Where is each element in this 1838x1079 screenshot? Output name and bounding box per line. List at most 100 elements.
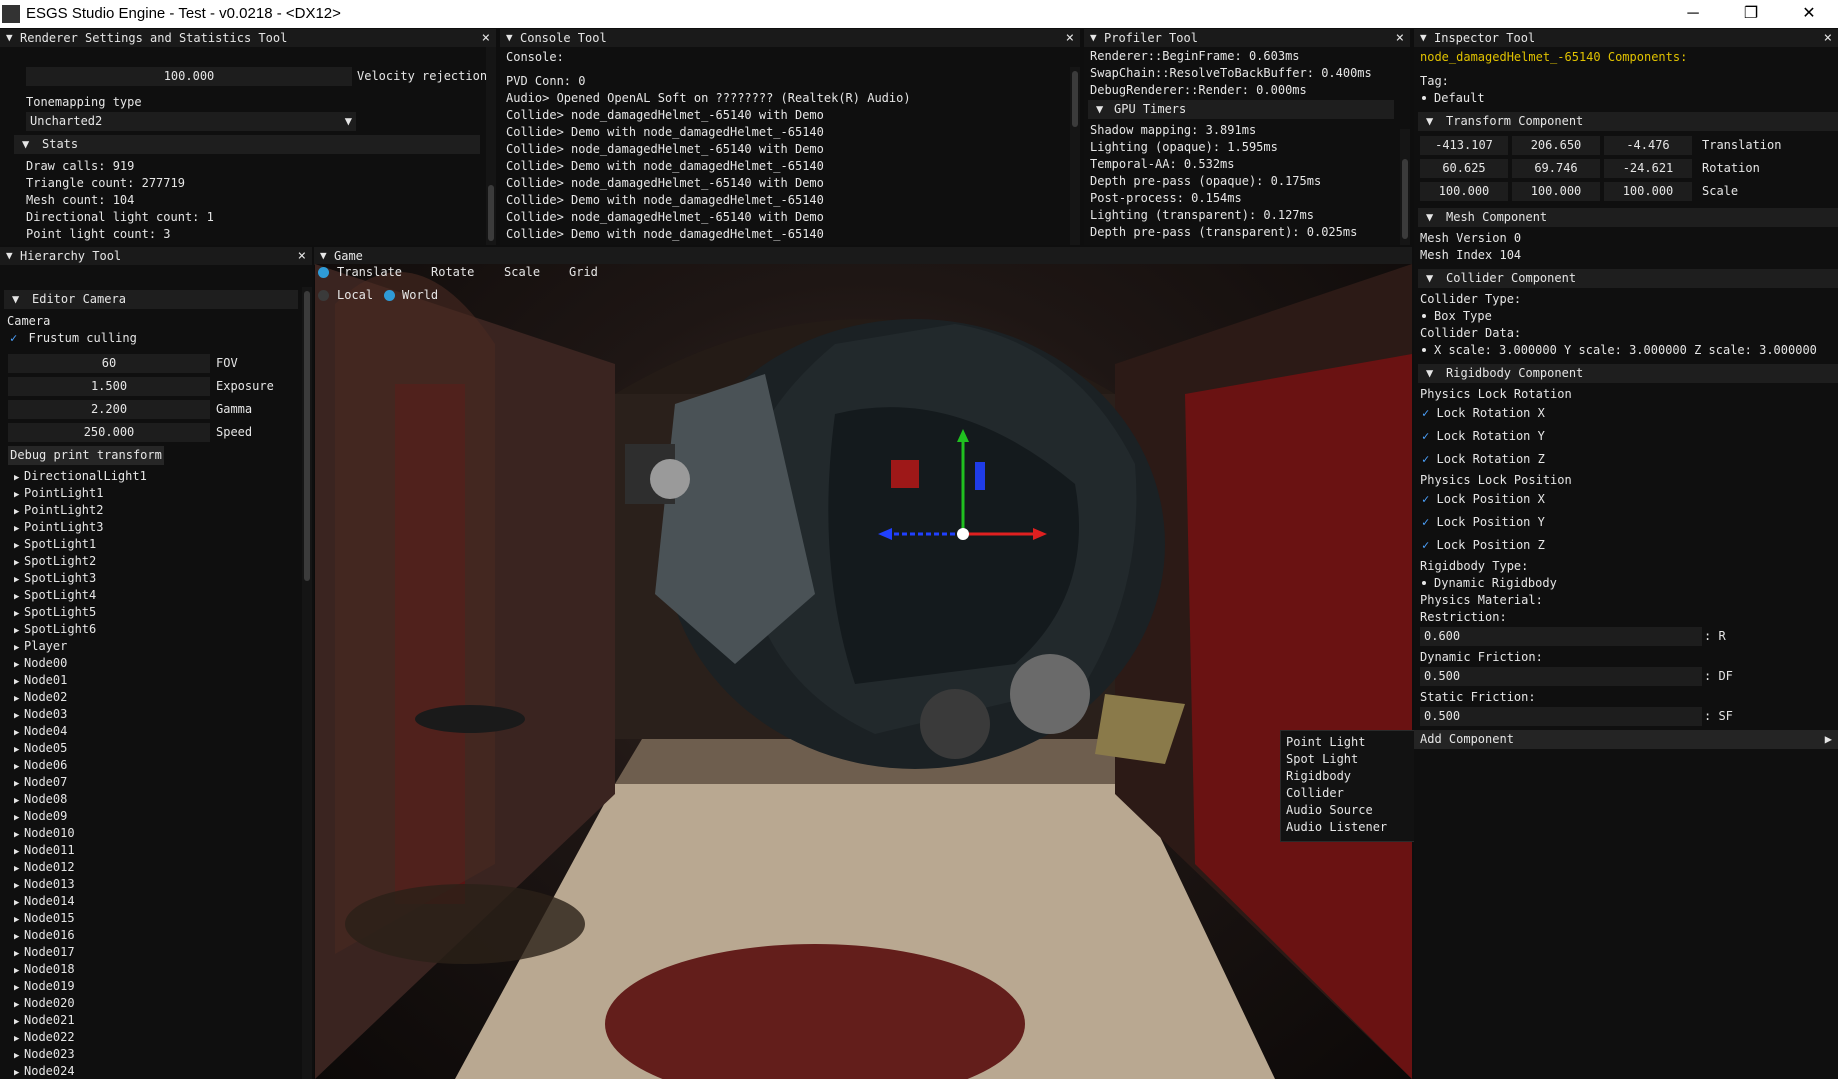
scrollbar-thumb[interactable] bbox=[1402, 159, 1408, 239]
expand-arrow-icon[interactable]: ▶ bbox=[14, 762, 24, 772]
rotation-x-field[interactable]: 60.625 bbox=[1420, 159, 1508, 178]
hierarchy-item[interactable]: ▶ Node016 bbox=[14, 928, 75, 942]
scale-x-field[interactable]: 100.000 bbox=[1420, 182, 1508, 201]
lock-rotation-x-checkbox[interactable]: ✓ Lock Rotation X bbox=[1422, 406, 1545, 420]
hierarchy-item[interactable]: ▶ Node018 bbox=[14, 962, 75, 976]
hierarchy-item[interactable]: ▶ Node04 bbox=[14, 724, 67, 738]
hierarchy-item[interactable]: ▶ SpotLight4 bbox=[14, 588, 96, 602]
hierarchy-item[interactable]: ▶ Node019 bbox=[14, 979, 75, 993]
expand-arrow-icon[interactable]: ▶ bbox=[14, 592, 24, 602]
expand-arrow-icon[interactable]: ▶ bbox=[14, 677, 24, 687]
hierarchy-item[interactable]: ▶ Node011 bbox=[14, 843, 75, 857]
expand-arrow-icon[interactable]: ▶ bbox=[14, 507, 24, 517]
hierarchy-item[interactable]: ▶ Node05 bbox=[14, 741, 67, 755]
expand-arrow-icon[interactable]: ▶ bbox=[14, 558, 24, 568]
scrollbar-thumb[interactable] bbox=[1072, 71, 1078, 127]
editor-camera-header[interactable]: ▼ Editor Camera bbox=[4, 290, 298, 309]
minimize-button[interactable]: ─ bbox=[1664, 0, 1722, 28]
hierarchy-item[interactable]: ▶ SpotLight5 bbox=[14, 605, 96, 619]
hierarchy-item[interactable]: ▶ Node024 bbox=[14, 1064, 75, 1078]
rotation-z-field[interactable]: -24.621 bbox=[1604, 159, 1692, 178]
scale-option[interactable]: Scale bbox=[504, 265, 540, 279]
hierarchy-item[interactable]: ▶ SpotLight2 bbox=[14, 554, 96, 568]
menu-item-audio-listener[interactable]: Audio Listener bbox=[1286, 820, 1387, 834]
expand-arrow-icon[interactable]: ▶ bbox=[14, 813, 24, 823]
hierarchy-item[interactable]: ▶ Node00 bbox=[14, 656, 67, 670]
hierarchy-item[interactable]: ▶ Node021 bbox=[14, 1013, 75, 1027]
gizmo-center[interactable] bbox=[957, 528, 969, 540]
hierarchy-item[interactable]: ▶ Node02 bbox=[14, 690, 67, 704]
scrollbar[interactable] bbox=[1400, 129, 1410, 245]
menu-item-spot-light[interactable]: Spot Light bbox=[1286, 752, 1358, 766]
close-icon[interactable]: × bbox=[1396, 29, 1404, 47]
dynamic-friction-field[interactable]: 0.500 bbox=[1420, 667, 1702, 686]
expand-arrow-icon[interactable]: ▶ bbox=[14, 1000, 24, 1010]
expand-arrow-icon[interactable]: ▶ bbox=[14, 575, 24, 585]
restore-button[interactable]: ❐ bbox=[1722, 0, 1780, 28]
hierarchy-item[interactable]: ▶ PointLight2 bbox=[14, 503, 103, 517]
add-component-button[interactable]: Add Component ▶ bbox=[1414, 730, 1838, 749]
hierarchy-item[interactable]: ▶ SpotLight1 bbox=[14, 537, 96, 551]
menu-item-collider[interactable]: Collider bbox=[1286, 786, 1344, 800]
lock-rotation-z-checkbox[interactable]: ✓ Lock Rotation Z bbox=[1422, 452, 1545, 466]
hierarchy-item[interactable]: ▶ PointLight1 bbox=[14, 486, 103, 500]
hierarchy-item[interactable]: ▶ Node01 bbox=[14, 673, 67, 687]
expand-arrow-icon[interactable]: ▶ bbox=[14, 779, 24, 789]
menu-item-rigidbody[interactable]: Rigidbody bbox=[1286, 769, 1351, 783]
mesh-component-header[interactable]: ▼ Mesh Component bbox=[1418, 208, 1838, 227]
lock-position-z-checkbox[interactable]: ✓ Lock Position Z bbox=[1422, 538, 1545, 552]
expand-arrow-icon[interactable]: ▶ bbox=[14, 694, 24, 704]
hierarchy-item[interactable]: ▶ Node010 bbox=[14, 826, 75, 840]
fov-field[interactable]: 60 bbox=[8, 354, 210, 373]
grid-option[interactable]: Grid bbox=[569, 265, 598, 279]
hierarchy-item[interactable]: ▶ Node03 bbox=[14, 707, 67, 721]
lock-position-y-checkbox[interactable]: ✓ Lock Position Y bbox=[1422, 515, 1545, 529]
hierarchy-item[interactable]: ▶ Node07 bbox=[14, 775, 67, 789]
translate-radio[interactable] bbox=[318, 267, 329, 278]
expand-arrow-icon[interactable]: ▶ bbox=[14, 932, 24, 942]
exposure-field[interactable]: 1.500 bbox=[8, 377, 210, 396]
menu-item-point-light[interactable]: Point Light bbox=[1286, 735, 1365, 749]
translation-y-field[interactable]: 206.650 bbox=[1512, 136, 1600, 155]
static-friction-field[interactable]: 0.500 bbox=[1420, 707, 1702, 726]
game-viewport[interactable] bbox=[315, 264, 1412, 1079]
expand-arrow-icon[interactable]: ▶ bbox=[14, 660, 24, 670]
close-icon[interactable]: × bbox=[482, 29, 490, 47]
collapse-arrow-icon[interactable]: ▼ bbox=[320, 247, 327, 265]
expand-arrow-icon[interactable]: ▶ bbox=[14, 881, 24, 891]
expand-arrow-icon[interactable]: ▶ bbox=[14, 983, 24, 993]
expand-arrow-icon[interactable]: ▶ bbox=[14, 626, 24, 636]
local-radio[interactable] bbox=[318, 290, 329, 301]
transform-component-header[interactable]: ▼ Transform Component bbox=[1418, 112, 1838, 131]
lock-rotation-y-checkbox[interactable]: ✓ Lock Rotation Y bbox=[1422, 429, 1545, 443]
hierarchy-item[interactable]: ▶ DirectionalLight1 bbox=[14, 469, 147, 483]
stats-header[interactable]: ▼ Stats bbox=[14, 135, 480, 154]
restriction-field[interactable]: 0.600 bbox=[1420, 627, 1702, 646]
collapse-arrow-icon[interactable]: ▼ bbox=[1090, 29, 1097, 47]
expand-arrow-icon[interactable]: ▶ bbox=[14, 490, 24, 500]
gizmo-z-arrow-icon[interactable] bbox=[878, 528, 892, 540]
velocity-rejection-field[interactable]: 100.000 bbox=[26, 67, 352, 86]
gizmo-plane-handle[interactable] bbox=[891, 460, 919, 488]
close-button[interactable]: ✕ bbox=[1780, 0, 1838, 28]
close-icon[interactable]: × bbox=[1824, 29, 1832, 47]
world-radio[interactable] bbox=[384, 290, 395, 301]
expand-arrow-icon[interactable]: ▶ bbox=[14, 898, 24, 908]
expand-arrow-icon[interactable]: ▶ bbox=[14, 1051, 24, 1061]
translation-x-field[interactable]: -413.107 bbox=[1420, 136, 1508, 155]
gizmo-y-arrow-icon[interactable] bbox=[957, 429, 969, 442]
lock-position-x-checkbox[interactable]: ✓ Lock Position X bbox=[1422, 492, 1545, 506]
gamma-field[interactable]: 2.200 bbox=[8, 400, 210, 419]
close-icon[interactable]: × bbox=[1066, 29, 1074, 47]
expand-arrow-icon[interactable]: ▶ bbox=[14, 949, 24, 959]
expand-arrow-icon[interactable]: ▶ bbox=[14, 864, 24, 874]
translate-gizmo[interactable] bbox=[315, 264, 1412, 1079]
collider-component-header[interactable]: ▼ Collider Component bbox=[1418, 269, 1838, 288]
frustum-culling-checkbox[interactable]: ✓ Frustum culling bbox=[10, 331, 137, 345]
scale-z-field[interactable]: 100.000 bbox=[1604, 182, 1692, 201]
expand-arrow-icon[interactable]: ▶ bbox=[14, 1034, 24, 1044]
expand-arrow-icon[interactable]: ▶ bbox=[14, 796, 24, 806]
expand-arrow-icon[interactable]: ▶ bbox=[14, 541, 24, 551]
hierarchy-item[interactable]: ▶ Node08 bbox=[14, 792, 67, 806]
debug-print-transform-button[interactable]: Debug print transform bbox=[8, 446, 164, 465]
